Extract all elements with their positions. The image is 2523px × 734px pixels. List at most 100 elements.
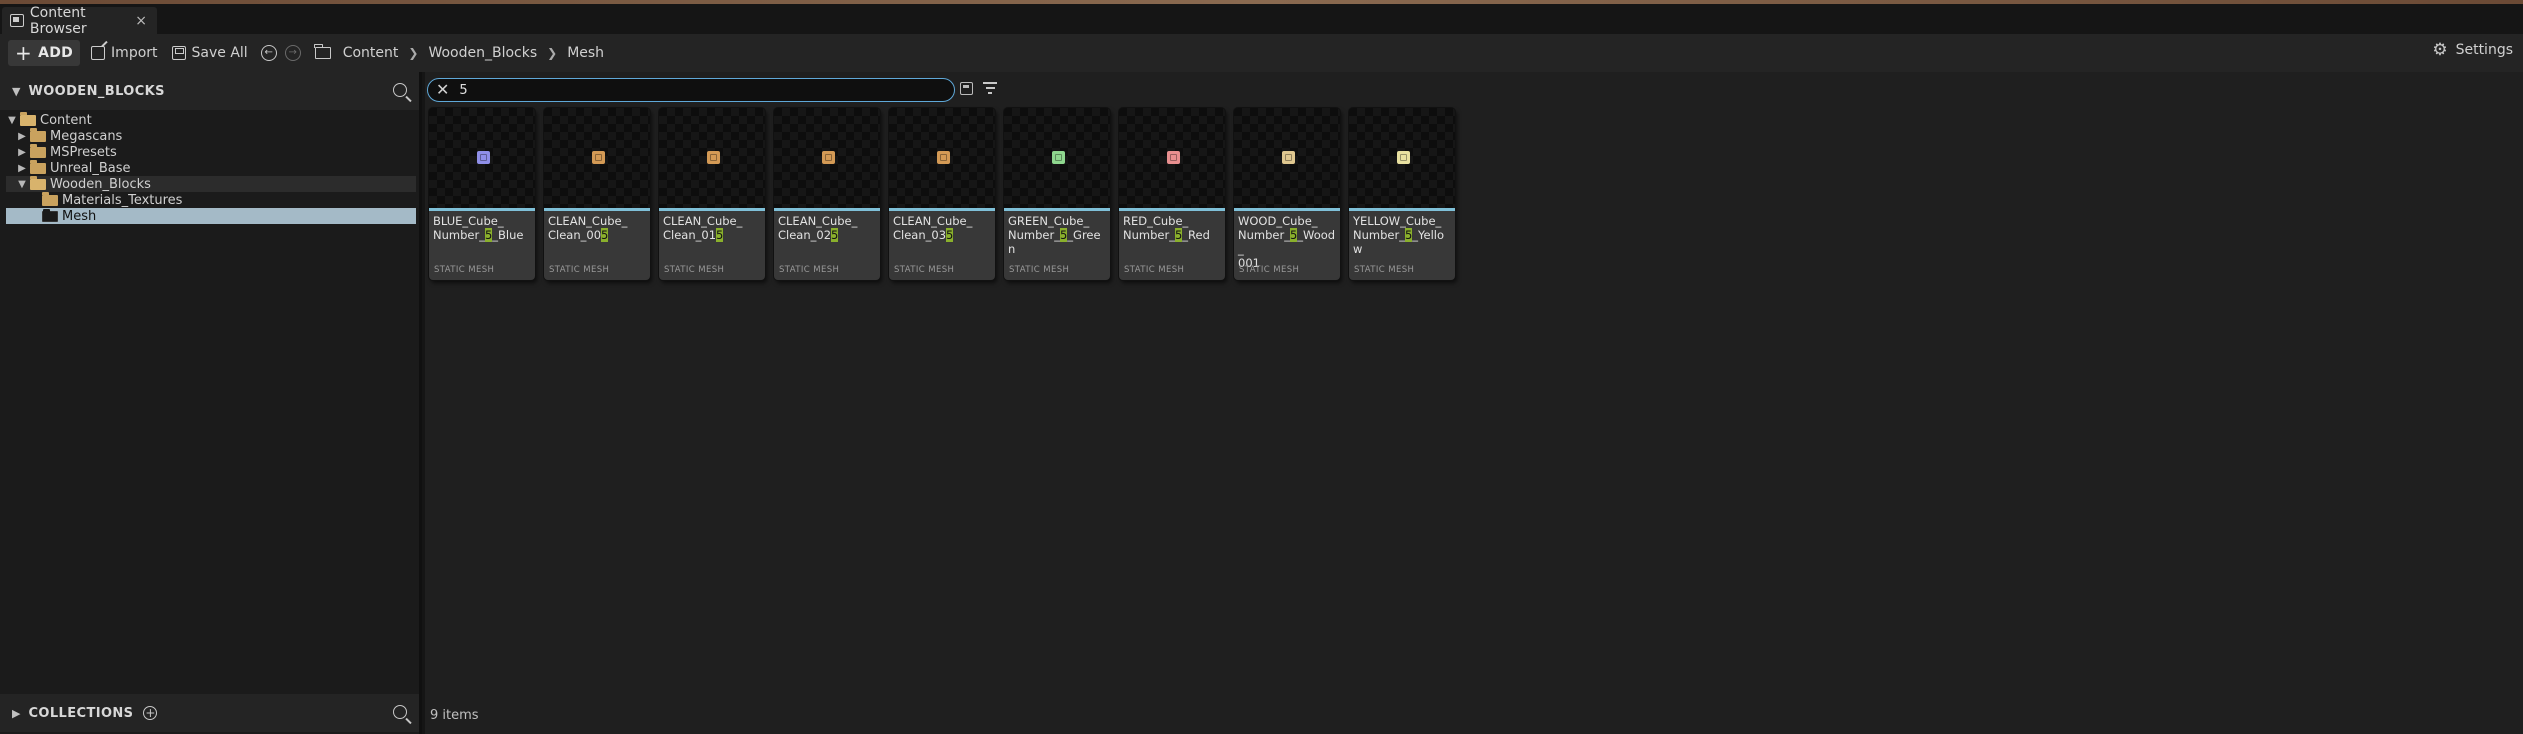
asset-tile[interactable]: CLEAN_Cube_ Clean_015 STATIC MESH [659, 108, 765, 280]
tree-item-mspresets[interactable]: ▶ MSPresets [6, 143, 416, 160]
clear-search-icon[interactable]: ✕ [436, 82, 449, 98]
asset-type-label: STATIC MESH [894, 265, 955, 275]
chevron-down-icon[interactable]: ▼ [6, 115, 18, 126]
asset-info[interactable]: RED_Cube_ Number_5_Red STATIC MESH [1119, 211, 1225, 280]
save-search-icon[interactable] [960, 82, 973, 95]
search-match-highlight: 5 [831, 228, 839, 242]
breadcrumb-wooden-blocks[interactable]: Wooden_Blocks [422, 45, 543, 61]
tree-item-label: MSPresets [50, 144, 117, 160]
asset-thumbnail[interactable] [1119, 108, 1225, 208]
folder-icon [30, 143, 46, 158]
asset-grid: BLUE_Cube_ Number_5_Blue STATIC MESH CLEAN_… [429, 108, 1455, 280]
add-button[interactable]: + ADD [8, 40, 81, 66]
cube-icon [937, 151, 950, 164]
save-all-label: Save All [191, 45, 248, 61]
asset-info[interactable]: CLEAN_Cube_ Clean_005 STATIC MESH [544, 211, 650, 280]
chevron-down-icon[interactable]: ▼ [16, 179, 28, 190]
tree-item-materials-textures[interactable]: Materials_Textures [6, 191, 416, 208]
chevron-right-icon[interactable]: ▶ [16, 131, 28, 142]
asset-thumbnail[interactable] [544, 108, 650, 208]
asset-tile[interactable]: YELLOW_Cube_ Number_5_Yellow STATIC MESH [1349, 108, 1455, 280]
sources-title: WOODEN_BLOCKS [28, 83, 165, 99]
asset-info[interactable]: YELLOW_Cube_ Number_5_Yellow STATIC MESH [1349, 211, 1455, 280]
asset-name: RED_Cube_ Number_5_Red [1123, 214, 1210, 242]
asset-thumbnail[interactable] [774, 108, 880, 208]
cube-icon [1167, 151, 1180, 164]
asset-type-label: STATIC MESH [1354, 265, 1415, 275]
asset-thumbnail[interactable] [1004, 108, 1110, 208]
asset-tile[interactable]: CLEAN_Cube_ Clean_005 STATIC MESH [544, 108, 650, 280]
asset-info[interactable]: WOOD_Cube_ Number_5_Wood_ 001 STATIC MESH [1234, 211, 1340, 280]
asset-info[interactable]: CLEAN_Cube_ Clean_015 STATIC MESH [659, 211, 765, 280]
asset-name: CLEAN_Cube_ Clean_025 [778, 214, 858, 242]
add-collection-icon[interactable]: + [143, 706, 158, 720]
asset-thumbnail[interactable] [659, 108, 765, 208]
settings-button[interactable]: ⚙ Settings [2432, 40, 2513, 60]
tree-item-mesh[interactable]: Mesh [6, 208, 416, 224]
close-tab-icon[interactable]: × [135, 13, 147, 29]
asset-tile[interactable]: CLEAN_Cube_ Clean_035 STATIC MESH [889, 108, 995, 280]
tab-bar: Content Browser × [0, 4, 2523, 37]
tab-content-browser[interactable]: Content Browser × [2, 5, 157, 37]
tree-item-label: Megascans [50, 128, 123, 144]
asset-info[interactable]: CLEAN_Cube_ Clean_025 STATIC MESH [774, 211, 880, 280]
asset-thumbnail[interactable] [1234, 108, 1340, 208]
breadcrumb-separator-icon[interactable]: ❯ [404, 46, 422, 60]
breadcrumb-mesh[interactable]: Mesh [561, 45, 610, 61]
add-label: ADD [38, 45, 74, 61]
cube-icon [1282, 151, 1295, 164]
asset-info[interactable]: GREEN_Cube_ Number_5_Green STATIC MESH [1004, 211, 1110, 280]
tree-item-unreal-base[interactable]: ▶ Unreal_Base [6, 159, 416, 176]
breadcrumb-content[interactable]: Content [337, 45, 405, 61]
asset-name: WOOD_Cube_ Number_5_Wood_ 001 [1238, 214, 1336, 270]
asset-thumbnail[interactable] [429, 108, 535, 208]
asset-tile[interactable]: GREEN_Cube_ Number_5_Green STATIC MESH [1004, 108, 1110, 280]
asset-name: GREEN_Cube_ Number_5_Green [1008, 214, 1101, 256]
asset-info[interactable]: CLEAN_Cube_ Clean_035 STATIC MESH [889, 211, 995, 280]
sources-header[interactable]: ▼ WOODEN_BLOCKS [0, 72, 419, 110]
chevron-right-icon[interactable]: ▶ [16, 163, 28, 174]
import-label: Import [111, 45, 158, 61]
tree-item-wooden-blocks[interactable]: ▼ Wooden_Blocks [6, 175, 416, 192]
folder-icon[interactable] [314, 44, 331, 59]
tree-item-content[interactable]: ▼ Content [6, 111, 416, 128]
search-input[interactable]: ✕ 5 [427, 78, 955, 102]
cube-icon [822, 151, 835, 164]
search-icon[interactable] [393, 83, 407, 97]
folder-tree: ▼ Content ▶ Megascans ▶ MSPresets ▶ Unre… [6, 111, 416, 224]
chevron-right-icon[interactable]: ▶ [16, 147, 28, 158]
asset-info[interactable]: BLUE_Cube_ Number_5_Blue STATIC MESH [429, 211, 535, 280]
cube-icon [1397, 151, 1410, 164]
folder-open-icon [20, 111, 36, 126]
import-button[interactable]: Import [84, 40, 164, 66]
folder-open-icon [30, 175, 46, 190]
forward-arrow-icon[interactable]: → [284, 45, 301, 61]
search-query[interactable]: 5 [459, 83, 467, 98]
plus-icon: + [15, 41, 33, 65]
tree-item-label: Materials_Textures [62, 192, 183, 208]
asset-thumbnail[interactable] [1349, 108, 1455, 208]
tree-item-label: Unreal_Base [50, 160, 131, 176]
chevron-right-icon[interactable]: ▶ [12, 707, 20, 720]
asset-tile[interactable]: BLUE_Cube_ Number_5_Blue STATIC MESH [429, 108, 535, 280]
collections-header[interactable]: ▶ COLLECTIONS + [0, 694, 419, 732]
import-icon [91, 46, 106, 60]
asset-thumbnail[interactable] [889, 108, 995, 208]
back-arrow-icon[interactable]: ← [260, 45, 277, 61]
folder-icon [42, 208, 58, 222]
save-all-button[interactable]: Save All [165, 40, 255, 66]
chevron-down-icon[interactable]: ▼ [12, 85, 20, 98]
asset-tile[interactable]: WOOD_Cube_ Number_5_Wood_ 001 STATIC MESH [1234, 108, 1340, 280]
breadcrumb-separator-icon[interactable]: ❯ [543, 46, 561, 60]
asset-type-label: STATIC MESH [1239, 265, 1300, 275]
asset-view: ✕ 5 BLUE_Cube_ Number_5_Blue STATIC MESH CL… [425, 72, 2523, 734]
tree-item-megascans[interactable]: ▶ Megascans [6, 127, 416, 144]
filter-icon[interactable] [983, 82, 997, 94]
asset-tile[interactable]: RED_Cube_ Number_5_Red STATIC MESH [1119, 108, 1225, 280]
asset-tile[interactable]: CLEAN_Cube_ Clean_025 STATIC MESH [774, 108, 880, 280]
cube-icon [1052, 151, 1065, 164]
save-icon [171, 46, 186, 60]
asset-type-label: STATIC MESH [779, 265, 840, 275]
search-icon[interactable] [393, 705, 407, 719]
search-match-highlight: 5 [716, 228, 724, 242]
